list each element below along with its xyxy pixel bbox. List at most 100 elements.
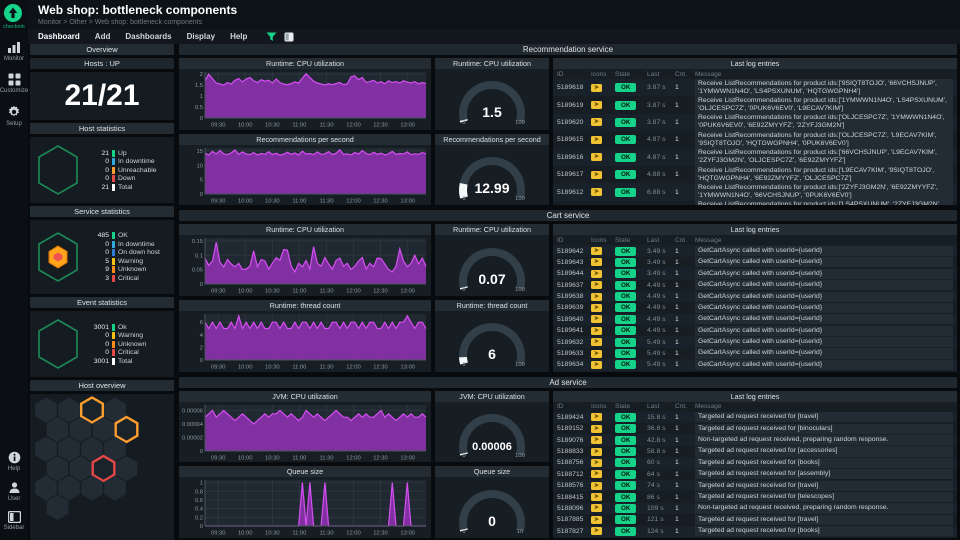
logwatch-icon[interactable]: ➤ xyxy=(591,247,602,255)
host-hexagon-ok[interactable] xyxy=(35,437,57,462)
log-row[interactable]: 5189152➤OK36.8 s1Targeted ad request rec… xyxy=(553,423,957,434)
gauge-panel[interactable]: Runtime: CPU utilization1.50100 xyxy=(435,58,549,130)
logwatch-icon[interactable]: ➤ xyxy=(591,504,602,512)
stat-row[interactable]: 3Critical xyxy=(83,275,171,282)
menu-item-help[interactable]: Help xyxy=(230,32,247,41)
host-hexagon-crit[interactable] xyxy=(93,456,115,481)
logwatch-icon[interactable]: ➤ xyxy=(591,327,602,335)
host-hexagon-ok[interactable] xyxy=(47,456,69,481)
column-header-cnt[interactable]: Cnt. xyxy=(675,403,695,410)
filter-icon[interactable] xyxy=(266,32,277,42)
graph-panel[interactable]: Runtime: CPU utilization09:3010:0010:301… xyxy=(179,58,431,130)
column-header-icons[interactable]: Icons xyxy=(591,403,615,410)
logwatch-icon[interactable]: ➤ xyxy=(591,153,602,161)
log-row[interactable]: 5189637➤OK4.49 s1GetCartAsync called wit… xyxy=(553,280,957,291)
column-header-last[interactable]: Last xyxy=(647,237,675,244)
logwatch-icon[interactable]: ➤ xyxy=(591,281,602,289)
column-header-cnt[interactable]: Cnt. xyxy=(675,71,695,78)
sidebar-item-setup[interactable]: Setup xyxy=(6,105,22,127)
log-row[interactable]: 5189617➤OK4.88 s1Receive ListRecommendat… xyxy=(553,166,957,183)
hosts-up-value[interactable]: 21/21 xyxy=(30,72,174,120)
logwatch-icon[interactable]: ➤ xyxy=(591,338,602,346)
host-hexagon-ok[interactable] xyxy=(47,495,69,520)
host-hexagon-warn[interactable] xyxy=(116,417,138,442)
column-header-icons[interactable]: Icons xyxy=(591,71,615,78)
column-header-message[interactable]: Message xyxy=(695,71,957,78)
column-header-message[interactable]: Message xyxy=(695,237,957,244)
log-row[interactable]: 5189613➤OK6.88 s1Receive ListRecommendat… xyxy=(553,201,957,206)
host-hexagon-ok[interactable] xyxy=(58,476,80,501)
column-header-state[interactable]: State xyxy=(615,237,647,244)
sidebar-item-monitor[interactable]: Monitor xyxy=(4,41,24,62)
sidebar-item-help[interactable]: Help xyxy=(8,451,21,472)
log-row[interactable]: 5189639➤OK4.49 s1GetCartAsync called wit… xyxy=(553,302,957,313)
column-header-state[interactable]: State xyxy=(615,403,647,410)
logwatch-icon[interactable]: ➤ xyxy=(591,118,602,126)
stat-row[interactable]: 21Total xyxy=(83,184,171,191)
log-row[interactable]: 5189618➤OK3.87 s1Receive ListRecommendat… xyxy=(553,79,957,96)
log-row[interactable]: 5189632➤OK5.49 s1GetCartAsync called wit… xyxy=(553,336,957,347)
stat-row[interactable]: 0Unreachable xyxy=(83,167,171,174)
logwatch-icon[interactable]: ➤ xyxy=(591,493,602,501)
host-hexagon-ok[interactable] xyxy=(58,398,80,423)
logwatch-icon[interactable]: ➤ xyxy=(591,101,602,109)
log-row[interactable]: 5189633➤OK5.49 s1GetCartAsync called wit… xyxy=(553,348,957,359)
graph-panel[interactable]: JVM: CPU utilization09:3010:0010:3011:00… xyxy=(179,391,431,463)
host-hexagon-ok[interactable] xyxy=(58,437,80,462)
layout-icon[interactable] xyxy=(284,32,294,42)
logwatch-icon[interactable]: ➤ xyxy=(591,258,602,266)
gauge-panel[interactable]: Runtime: thread count60100 xyxy=(435,300,549,372)
log-row[interactable]: 5189634➤OK5.49 s1GetCartAsync called wit… xyxy=(553,359,957,370)
column-header-id[interactable]: ID xyxy=(553,403,591,410)
stat-row[interactable]: 0Critical xyxy=(83,349,171,356)
sidebar-item-customize[interactable]: Customize xyxy=(0,73,28,94)
logwatch-icon[interactable]: ➤ xyxy=(591,413,602,421)
log-row[interactable]: 5187827➤OK124 s1Targeted ad request rece… xyxy=(553,526,957,537)
column-header-last[interactable]: Last xyxy=(647,403,675,410)
stat-row[interactable]: 0Warning xyxy=(83,332,171,339)
stat-row[interactable]: 0In downtime xyxy=(83,241,171,248)
log-row[interactable]: 5188756➤OK60 s1Targeted ad request recei… xyxy=(553,457,957,468)
graph-panel[interactable]: Queue size09:3010:0010:3011:0011:3012:00… xyxy=(179,466,431,538)
log-row[interactable]: 5188415➤OK86 s1Targeted ad request recei… xyxy=(553,491,957,502)
host-hexagon-warn[interactable] xyxy=(81,398,103,423)
log-row[interactable]: 5187885➤OK121 s1Targeted ad request rece… xyxy=(553,514,957,525)
log-row[interactable]: 5188096➤OK109 s1Non-targeted ad request … xyxy=(553,503,957,514)
stat-row[interactable]: 5Warning xyxy=(83,258,171,265)
host-hexagon-ok[interactable] xyxy=(47,417,69,442)
logwatch-icon[interactable]: ➤ xyxy=(591,516,602,524)
logwatch-icon[interactable]: ➤ xyxy=(591,470,602,478)
log-row[interactable]: 5189642➤OK3.49 s1GetCartAsync called wit… xyxy=(553,245,957,256)
column-header-icons[interactable]: Icons xyxy=(591,237,615,244)
logwatch-icon[interactable]: ➤ xyxy=(591,350,602,358)
logwatch-icon[interactable]: ➤ xyxy=(591,270,602,278)
graph-panel[interactable]: Runtime: thread count09:3010:0010:3011:0… xyxy=(179,300,431,372)
column-header-state[interactable]: State xyxy=(615,71,647,78)
log-row[interactable]: 5189619➤OK3.87 s1Receive ListRecommendat… xyxy=(553,96,957,113)
sidebar-item-user[interactable]: User xyxy=(8,481,21,502)
stat-row[interactable]: 0On down host xyxy=(83,249,171,256)
log-row[interactable]: 5189640➤OK4.49 s1GetCartAsync called wit… xyxy=(553,314,957,325)
log-row[interactable]: 5189616➤OK4.87 s1Receive ListRecommendat… xyxy=(553,149,957,166)
stat-row[interactable]: 485OK xyxy=(83,232,171,239)
log-row[interactable]: 5188712➤OK64 s1Targeted ad request recei… xyxy=(553,469,957,480)
log-row[interactable]: 5189424➤OK15.8 s1Targeted ad request rec… xyxy=(553,412,957,423)
stat-row[interactable]: 0In downtime xyxy=(83,158,171,165)
stat-row[interactable]: 21Up xyxy=(83,150,171,157)
graph-panel[interactable]: Recommendations per second09:3010:0010:3… xyxy=(179,134,431,206)
logwatch-icon[interactable]: ➤ xyxy=(591,136,602,144)
logwatch-icon[interactable]: ➤ xyxy=(591,459,602,467)
stat-row[interactable]: 0Unknown xyxy=(83,341,171,348)
log-row[interactable]: 5189644➤OK3.49 s1GetCartAsync called wit… xyxy=(553,268,957,279)
checkmk-logo[interactable]: checkmk xyxy=(3,3,25,30)
column-header-cnt[interactable]: Cnt. xyxy=(675,237,695,244)
stat-row[interactable]: 0Down xyxy=(83,175,171,182)
gauge-panel[interactable]: Queue size0010 xyxy=(435,466,549,538)
logwatch-icon[interactable]: ➤ xyxy=(591,188,602,196)
graph-panel[interactable]: Runtime: CPU utilization09:3010:0010:301… xyxy=(179,224,431,296)
stat-row[interactable]: 9Unknown xyxy=(83,266,171,273)
log-row[interactable]: 5189612➤OK6.88 s1Receive ListRecommendat… xyxy=(553,183,957,200)
stat-row[interactable]: 3001Ok xyxy=(83,324,171,331)
logwatch-icon[interactable]: ➤ xyxy=(591,436,602,444)
log-row[interactable]: 5188576➤OK74 s1Targeted ad request recei… xyxy=(553,480,957,491)
